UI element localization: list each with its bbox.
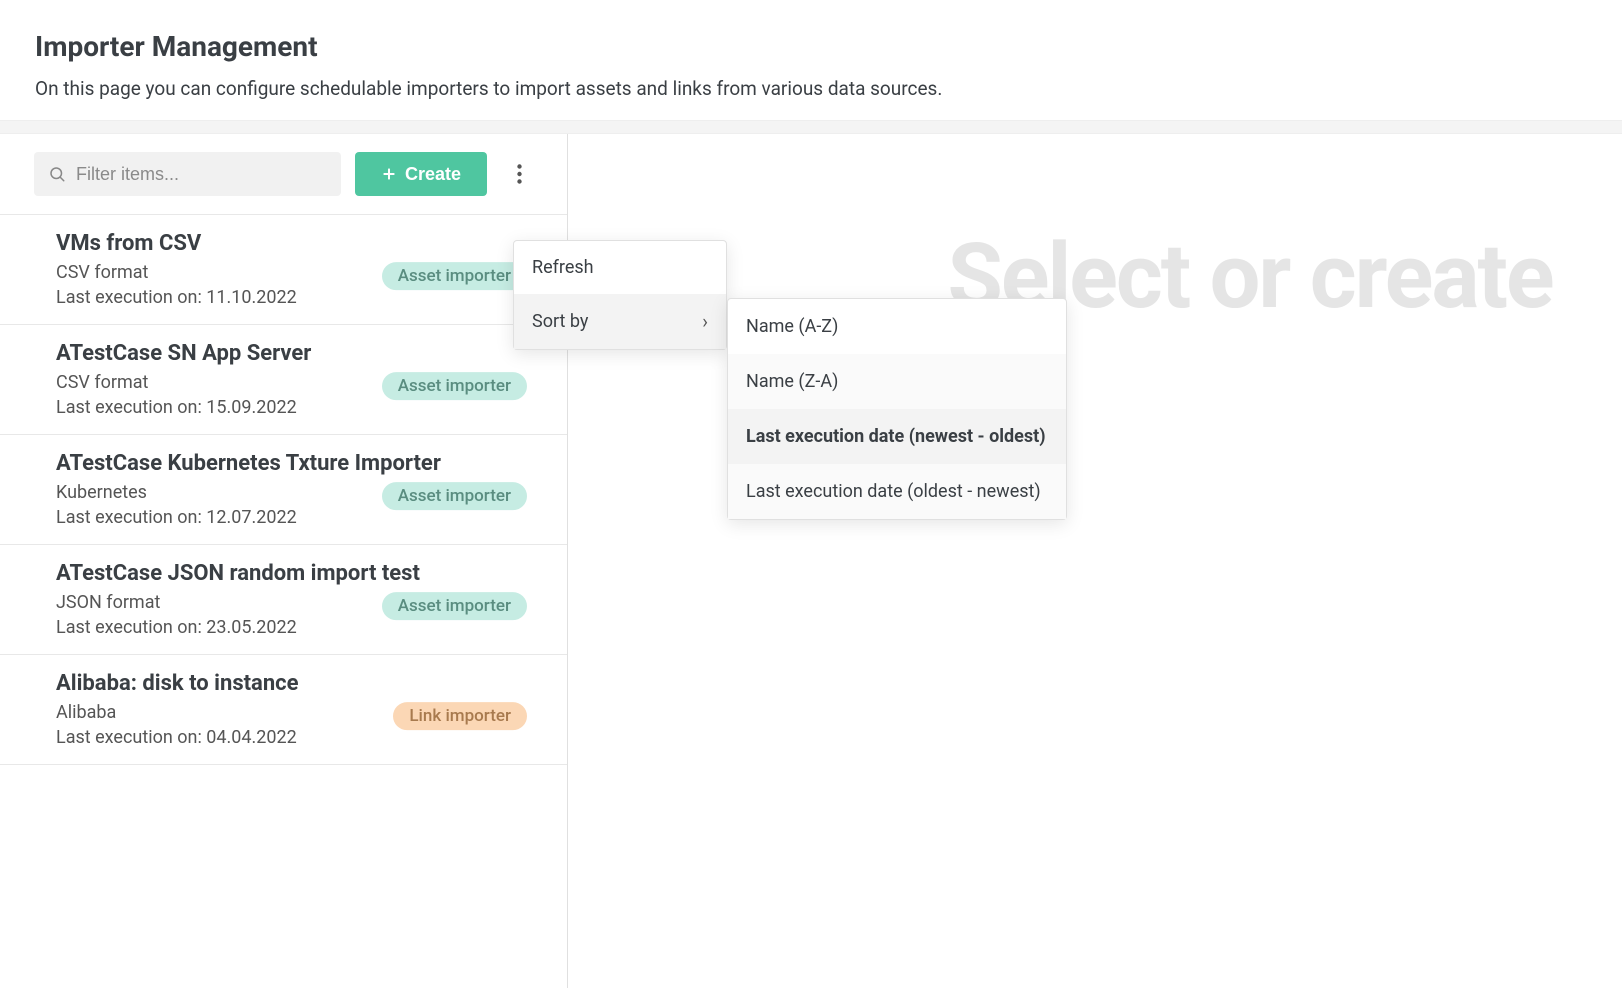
importer-name: ATestCase Kubernetes Txture Importer (56, 451, 545, 476)
importer-name: VMs from CSV (56, 231, 545, 256)
importer-item[interactable]: VMs from CSVCSV formatLast execution on:… (0, 215, 567, 325)
importer-item[interactable]: ATestCase Kubernetes Txture ImporterKube… (0, 435, 567, 545)
importer-name: ATestCase SN App Server (56, 341, 545, 366)
importer-last-execution: Last execution on: 15.09.2022 (56, 397, 545, 418)
sort-option[interactable]: Last execution date (newest - oldest) (728, 409, 1066, 464)
page-header: Importer Management On this page you can… (0, 0, 1622, 120)
asset-importer-badge: Asset importer (382, 592, 527, 620)
importer-item[interactable]: ATestCase SN App ServerCSV formatLast ex… (0, 325, 567, 435)
create-label: Create (405, 164, 461, 185)
importer-last-execution: Last execution on: 04.04.2022 (56, 727, 545, 748)
sort-option-label: Last execution date (newest - oldest) (746, 426, 1046, 447)
menu-item-refresh-label: Refresh (532, 257, 594, 278)
importer-list-pane: Create VMs from CSVCSV formatLast execut… (0, 134, 568, 988)
header-divider (0, 120, 1622, 134)
sort-option-label: Name (A-Z) (746, 316, 838, 337)
more-options-menu: Refresh Sort by › (513, 240, 727, 350)
sort-option-label: Name (Z-A) (746, 371, 838, 392)
asset-importer-badge: Asset importer (382, 262, 527, 290)
sort-option-label: Last execution date (oldest - newest) (746, 481, 1041, 502)
sort-option[interactable]: Last execution date (oldest - newest) (728, 464, 1066, 519)
importer-item[interactable]: Alibaba: disk to instanceAlibabaLast exe… (0, 655, 567, 765)
search-icon (48, 165, 66, 183)
importer-item[interactable]: ATestCase JSON random import testJSON fo… (0, 545, 567, 655)
toolbar: Create (0, 152, 567, 196)
menu-item-sort-by-label: Sort by (532, 311, 588, 332)
filter-box[interactable] (34, 152, 341, 196)
asset-importer-badge: Asset importer (382, 372, 527, 400)
asset-importer-badge: Asset importer (382, 482, 527, 510)
create-button[interactable]: Create (355, 152, 487, 196)
sort-option[interactable]: Name (A-Z) (728, 299, 1066, 354)
page-description: On this page you can configure schedulab… (35, 77, 1587, 100)
importer-last-execution: Last execution on: 11.10.2022 (56, 287, 545, 308)
more-options-button[interactable] (501, 152, 537, 196)
importer-last-execution: Last execution on: 12.07.2022 (56, 507, 545, 528)
importer-list: VMs from CSVCSV formatLast execution on:… (0, 214, 567, 765)
link-importer-badge: Link importer (393, 702, 527, 730)
sort-submenu: Name (A-Z) Name (Z-A) Last execution date … (727, 298, 1067, 520)
filter-input[interactable] (76, 164, 327, 185)
page-title: Importer Management (35, 30, 1587, 63)
menu-item-sort-by[interactable]: Sort by › (514, 294, 726, 349)
menu-item-refresh[interactable]: Refresh (514, 241, 726, 294)
chevron-right-icon: › (702, 310, 708, 333)
importer-last-execution: Last execution on: 23.05.2022 (56, 617, 545, 638)
importer-name: Alibaba: disk to instance (56, 671, 545, 696)
sort-option[interactable]: Name (Z-A) (728, 354, 1066, 409)
kebab-icon (517, 164, 522, 184)
plus-icon (381, 166, 397, 182)
importer-name: ATestCase JSON random import test (56, 561, 545, 586)
